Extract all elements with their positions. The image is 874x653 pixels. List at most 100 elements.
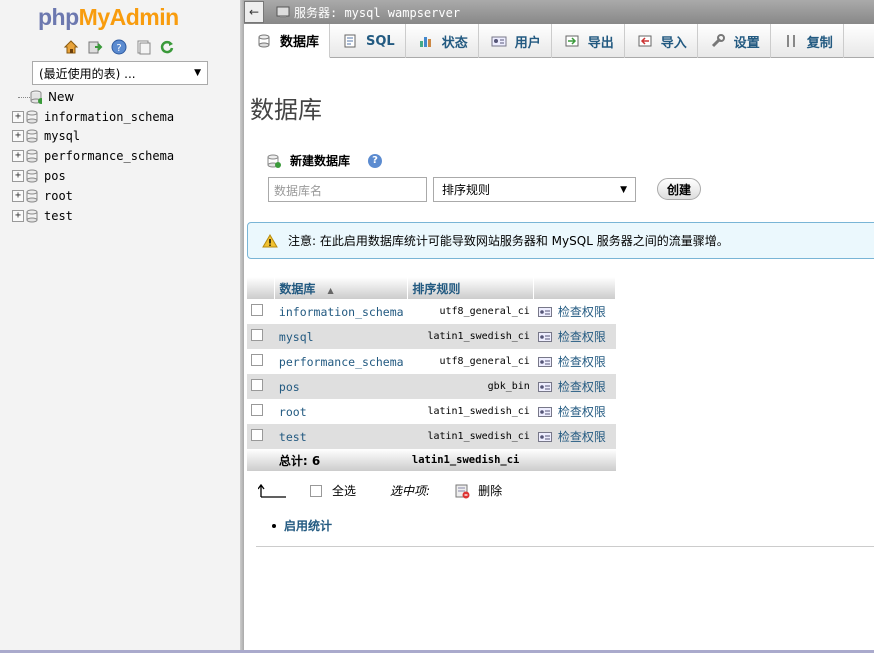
create-button[interactable]: 创建 xyxy=(657,178,701,200)
phpmyadmin-logo[interactable]: phpMyAdmin xyxy=(38,4,179,31)
row-checkbox[interactable] xyxy=(251,329,263,341)
divider xyxy=(256,546,874,547)
tab-label: 设置 xyxy=(733,35,760,51)
back-button[interactable]: ← xyxy=(244,1,264,23)
db-name-link[interactable]: mysql xyxy=(274,324,408,349)
action-cell: 检查权限 xyxy=(533,399,616,424)
warning-icon xyxy=(262,233,278,247)
header-database[interactable]: 数据库 ▲ xyxy=(274,277,409,299)
check-privileges-text: 检查权限 xyxy=(557,405,606,419)
db-name-link[interactable]: test xyxy=(274,424,408,449)
tree-label: pos xyxy=(44,169,66,184)
action-cell: 检查权限 xyxy=(533,349,616,374)
tab-status[interactable]: 状态 xyxy=(406,24,479,58)
tree-item-mysql[interactable]: + mysql xyxy=(12,127,174,147)
db-name-link[interactable]: root xyxy=(274,399,408,424)
export-icon xyxy=(565,35,579,47)
checkbox-header xyxy=(247,277,276,299)
check-privileges-link[interactable]: 检查权限 xyxy=(537,374,612,399)
tab-settings[interactable]: 设置 xyxy=(698,24,771,58)
server-breadcrumb[interactable]: 服务器: mysql wampserver xyxy=(276,4,460,21)
database-name-input[interactable]: 数据库名 xyxy=(268,177,427,202)
logo-my: My xyxy=(78,4,110,30)
recent-tables-select[interactable]: (最近使用的表) ... ▼ xyxy=(32,61,208,85)
expand-icon[interactable]: + xyxy=(12,110,24,123)
total-empty-cell xyxy=(247,449,275,471)
db-collation: latin1_swedish_ci xyxy=(407,424,534,449)
check-privileges-link[interactable]: 检查权限 xyxy=(537,424,612,449)
database-icon xyxy=(26,110,38,124)
expand-icon[interactable]: + xyxy=(12,170,24,183)
logout-icon[interactable] xyxy=(86,38,104,56)
tree-item-new[interactable]: New xyxy=(12,87,174,107)
total-collation: latin1_swedish_ci xyxy=(407,449,534,471)
status-icon xyxy=(419,37,431,47)
db-name-link[interactable]: pos xyxy=(274,374,408,399)
tree-label-new: New xyxy=(48,89,75,104)
tab-label: 状态 xyxy=(441,35,468,51)
row-checkbox[interactable] xyxy=(251,379,263,391)
tree-label: information_schema xyxy=(44,109,175,124)
row-checkbox[interactable] xyxy=(251,404,263,416)
server-name: 服务器: mysql wampserver xyxy=(294,5,461,20)
new-database-icon xyxy=(30,90,42,104)
row-checkbox[interactable] xyxy=(251,429,263,441)
tree-item-information-schema[interactable]: + information_schema xyxy=(12,107,174,127)
chevron-down-icon: ▼ xyxy=(194,68,201,78)
tree-item-performance-schema[interactable]: + performance_schema xyxy=(12,146,174,166)
header-database-label: 数据库 xyxy=(279,281,316,296)
home-icon[interactable] xyxy=(62,38,80,56)
privileges-icon xyxy=(537,331,552,342)
enable-statistics-link[interactable]: 启用统计 xyxy=(272,517,332,534)
expand-icon[interactable]: + xyxy=(12,150,24,163)
tab-sql[interactable]: SQL xyxy=(330,24,406,58)
db-name-link[interactable]: information_schema xyxy=(274,299,408,324)
tab-databases[interactable]: 数据库 xyxy=(244,24,331,58)
select-all-label[interactable]: 全选 xyxy=(332,482,356,499)
check-privileges-text: 检查权限 xyxy=(557,355,606,369)
check-privileges-link[interactable]: 检查权限 xyxy=(537,324,612,349)
tree-item-pos[interactable]: + pos xyxy=(12,166,174,186)
delete-icon xyxy=(455,484,470,498)
total-label: 总计: 6 xyxy=(274,449,408,471)
tab-import[interactable]: 导入 xyxy=(625,24,698,58)
action-cell: 检查权限 xyxy=(533,424,616,449)
collation-select[interactable]: 排序规则 ▼ xyxy=(433,177,636,202)
help-icon[interactable]: ? xyxy=(368,153,383,168)
arrow-left-up-icon xyxy=(258,483,286,498)
tab-label: 复制 xyxy=(806,35,833,51)
chevron-down-icon: ▼ xyxy=(620,184,627,195)
logo-admin: Admin xyxy=(109,4,180,30)
check-privileges-link[interactable]: 检查权限 xyxy=(537,399,612,424)
row-checkbox[interactable] xyxy=(251,304,263,316)
drop-button[interactable]: 删除 xyxy=(454,482,502,499)
tree-item-test[interactable]: + test xyxy=(12,206,174,226)
expand-icon[interactable]: + xyxy=(12,209,24,222)
new-database-icon xyxy=(267,154,281,168)
database-icon xyxy=(26,149,38,163)
tree-item-root[interactable]: + root xyxy=(12,186,174,206)
help-icon[interactable]: ? xyxy=(110,38,128,56)
row-checkbox-cell xyxy=(247,374,275,399)
docs-icon[interactable] xyxy=(134,38,152,56)
tab-export[interactable]: 导出 xyxy=(552,24,625,58)
check-privileges-link[interactable]: 检查权限 xyxy=(537,349,612,374)
db-name-link[interactable]: performance_schema xyxy=(274,349,408,374)
tab-replication[interactable]: 复制 xyxy=(771,24,844,58)
database-icon xyxy=(26,169,38,183)
privileges-icon xyxy=(537,431,552,442)
expand-icon[interactable]: + xyxy=(12,189,24,202)
check-privileges-link[interactable]: 检查权限 xyxy=(537,299,612,324)
check-privileges-text: 检查权限 xyxy=(557,305,606,319)
header-collation[interactable]: 排序规则 xyxy=(407,277,535,299)
db-collation: utf8_general_ci xyxy=(407,299,534,324)
reload-icon[interactable] xyxy=(158,38,176,56)
select-all-checkbox[interactable] xyxy=(310,484,322,497)
tab-users[interactable]: 用户 xyxy=(479,24,552,58)
server-breadcrumb-bar: ← 服务器: mysql wampserver xyxy=(244,0,874,24)
row-checkbox[interactable] xyxy=(251,354,263,366)
with-selected-label: 选中项: xyxy=(390,484,431,498)
users-icon xyxy=(491,36,507,47)
db-collation: gbk_bin xyxy=(407,374,534,399)
expand-icon[interactable]: + xyxy=(12,130,24,143)
